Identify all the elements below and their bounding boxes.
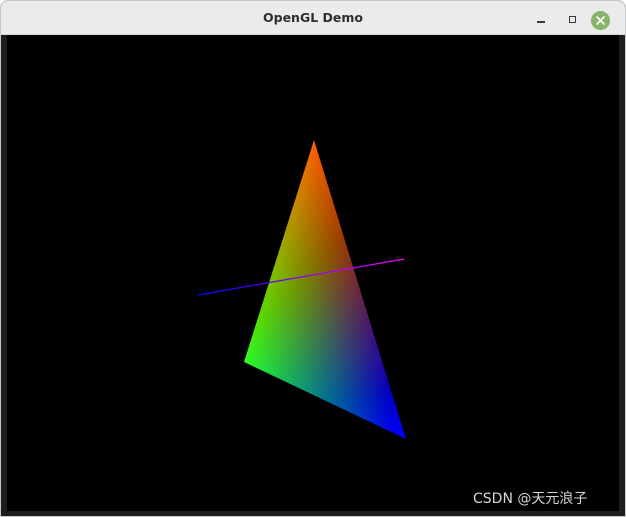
watermark-text: CSDN @天元浪子 xyxy=(473,491,588,507)
opengl-canvas[interactable] xyxy=(7,35,619,511)
close-button[interactable] xyxy=(591,11,610,30)
minimize-button[interactable] xyxy=(531,9,551,29)
maximize-icon xyxy=(568,15,576,23)
title-bar[interactable]: OpenGL Demo xyxy=(1,1,625,35)
app-window: OpenGL Demo CSDN @天元浪子 xyxy=(0,0,626,517)
close-icon xyxy=(596,16,605,25)
minimize-icon xyxy=(537,21,545,23)
maximize-button[interactable] xyxy=(562,9,582,29)
scene-svg xyxy=(7,35,619,511)
